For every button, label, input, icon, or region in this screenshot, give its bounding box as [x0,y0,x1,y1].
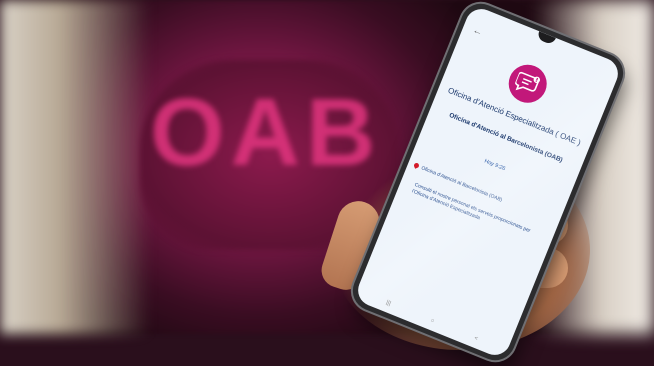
back-arrow-icon[interactable]: ← [471,25,484,39]
back-button[interactable]: < [473,335,479,342]
location-pin-icon [413,162,420,169]
background-logo-oab: OAB [150,79,382,186]
time-label: Hoy 9:26 [483,158,507,173]
home-button[interactable]: ○ [430,318,436,325]
blurred-person-left [0,0,150,334]
chat-bubble-info-icon [502,58,553,109]
recents-button[interactable]: ||| [385,300,392,307]
